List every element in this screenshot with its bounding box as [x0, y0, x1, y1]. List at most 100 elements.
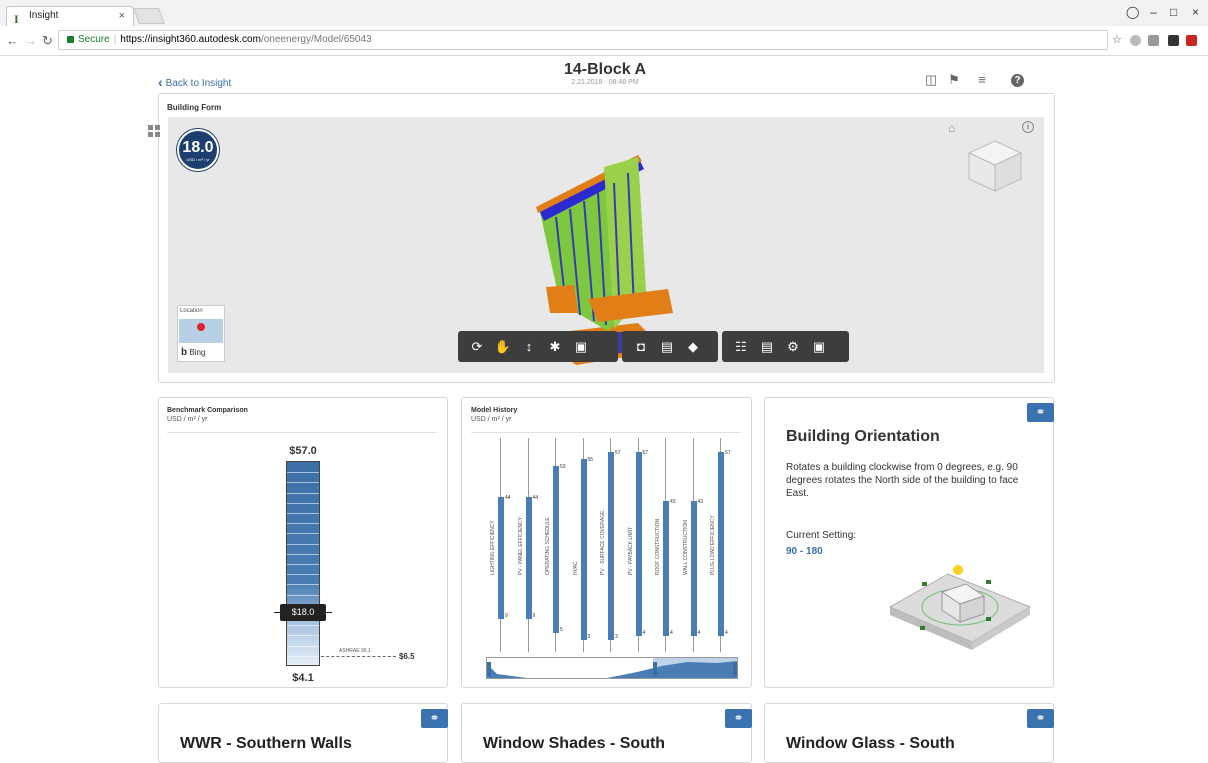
profile-icon[interactable]: ◯: [1126, 5, 1139, 19]
explode-model-icon[interactable]: ◘: [628, 334, 654, 360]
factor-range-bar: [498, 497, 504, 619]
window-shades-card: [461, 703, 752, 763]
wwr-card-title: WWR - Southern Walls: [180, 735, 352, 752]
factor-name-label: PV - PANEL EFFICIENCY: [517, 516, 524, 575]
factor-min-label: 9: [532, 612, 536, 619]
flag-icon[interactable]: ⚑: [946, 72, 962, 88]
factor-min-label: 4: [697, 630, 701, 637]
share-icon[interactable]: ⚭: [421, 709, 448, 728]
settings-toolbar: ☷ ▤ ⚙ ▣: [722, 331, 849, 362]
minimize-icon[interactable]: –: [1150, 5, 1157, 19]
factor-name-label: PV - SURFACE COVERAGE: [600, 510, 606, 575]
factor-max-label: 53: [560, 464, 566, 471]
viewcube-icon[interactable]: [963, 135, 1027, 199]
bar-segment-line: [287, 543, 319, 545]
share-icon[interactable]: ⚭: [1027, 709, 1054, 728]
history-range-slider[interactable]: [486, 657, 738, 679]
factor-max-label: 43: [670, 498, 676, 505]
new-tab-button[interactable]: [133, 8, 165, 24]
back-to-insight-link[interactable]: ‹ Back to Insight: [158, 73, 231, 90]
orbit-icon[interactable]: ⟳: [464, 334, 490, 360]
factor-range-bar: [608, 452, 614, 640]
factor-max-label: 44: [505, 495, 511, 502]
ashrae-value: $6.5: [399, 652, 415, 661]
walk-person-icon[interactable]: ✱: [542, 334, 568, 360]
orientation-title: Building Orientation: [786, 428, 940, 445]
model-browser-icon[interactable]: ☷: [728, 334, 754, 360]
share-icon[interactable]: ⚭: [725, 709, 752, 728]
extension-icon[interactable]: [1130, 35, 1141, 46]
factor-range-bar: [635, 452, 642, 637]
bar-segment-line: [287, 594, 319, 596]
factor-name-label: WALL CONSTRUCTION: [682, 520, 689, 575]
current-setting-value: 90 - 180: [786, 546, 823, 557]
bar-segment-line: [287, 472, 319, 474]
extension-icon[interactable]: [1148, 35, 1159, 46]
bar-segment-line: [287, 625, 319, 627]
ashrae-dashed-line: [321, 656, 396, 657]
bar-segment-line: [287, 533, 319, 535]
benchmark-current-marker[interactable]: $18.0: [280, 604, 326, 621]
url-input[interactable]: Secure | https://insight360.autodesk.com/o…: [58, 30, 1108, 50]
factor-name-label: ROOF CONSTRUCTION: [655, 518, 661, 575]
factor-range-bar: [718, 452, 724, 637]
factor-name-label: HVAC: [572, 561, 579, 575]
pdf-extension-icon[interactable]: [1186, 35, 1197, 46]
back-arrow-icon[interactable]: ←: [6, 33, 19, 48]
factor-range-bar: [553, 466, 559, 633]
bar-segment-line: [287, 513, 319, 514]
browser-tab[interactable]: I Insight ×: [6, 6, 134, 26]
address-bar-row: ← → ↻ Secure | https://insight360.autodesk…: [0, 26, 1208, 56]
fullscreen-icon[interactable]: ▣: [806, 334, 832, 360]
bar-segment-line: [287, 523, 319, 525]
benchmark-bottom-value: $4.1: [292, 672, 314, 684]
browser-tab-bar: I Insight × ◯ – □ ×: [0, 0, 1208, 26]
benchmark-top-value: $57.0: [289, 445, 317, 457]
orientation-description: Rotates a building clockwise from 0 degr…: [786, 462, 1019, 499]
map-pin-icon: [197, 323, 205, 331]
lock-icon: [67, 36, 74, 43]
benchmark-unit: USD / m² / yr: [167, 416, 208, 423]
bar-segment-line: [287, 574, 319, 576]
model-history-divider: [471, 432, 741, 433]
help-icon[interactable]: ?: [1011, 74, 1024, 87]
factor-range-bar: [525, 497, 532, 619]
model-history-card: [461, 397, 752, 688]
factor-range-bar: [663, 500, 669, 637]
pan-hand-icon[interactable]: ✋: [490, 334, 516, 360]
bookmark-star-icon[interactable]: ☆: [1112, 33, 1122, 46]
measure-icon[interactable]: ▤: [654, 334, 680, 360]
navigation-toolbar: ⟳ ✋ ↕ ✱ ▣: [458, 331, 618, 362]
extension-icon[interactable]: [1168, 35, 1179, 46]
forward-arrow-icon[interactable]: →: [24, 33, 37, 48]
building-form-label: Building Form: [167, 103, 222, 112]
home-view-icon[interactable]: ⌂: [948, 121, 955, 135]
reload-icon[interactable]: ↻: [42, 33, 53, 49]
factor-min-label: 5: [560, 626, 563, 633]
current-setting-label: Current Setting:: [786, 530, 857, 541]
zoom-icon[interactable]: ↕: [516, 334, 542, 360]
window-close-icon[interactable]: ×: [1192, 5, 1199, 19]
location-map-card[interactable]: Location b Bing: [177, 305, 225, 362]
info-icon[interactable]: i: [1022, 121, 1034, 133]
settings-gear-icon[interactable]: ⚙: [780, 334, 806, 360]
properties-icon[interactable]: ▤: [754, 334, 780, 360]
bar-segment-line: [287, 584, 319, 586]
benchmark-title: Benchmark Comparison: [167, 407, 248, 414]
compare-screens-icon[interactable]: ◫: [923, 72, 939, 88]
share-icon[interactable]: ⚭: [1027, 403, 1054, 422]
tab-close-icon[interactable]: ×: [119, 7, 125, 25]
factor-range-bar: [690, 500, 697, 637]
location-label: Location: [180, 308, 203, 314]
benchmark-divider: [167, 432, 437, 433]
bar-segment-line: [287, 482, 319, 484]
section-box-icon[interactable]: ◆: [680, 334, 706, 360]
marker-tick: [326, 612, 332, 613]
camera-icon[interactable]: ▣: [568, 334, 594, 360]
maximize-icon[interactable]: □: [1170, 5, 1177, 19]
factor-range-bar: [580, 459, 587, 640]
grid-view-icon[interactable]: [148, 125, 161, 138]
window-shades-card-title: Window Shades - South: [483, 735, 666, 752]
layers-icon[interactable]: ≡: [974, 72, 990, 88]
bar-segment-line: [287, 502, 319, 504]
